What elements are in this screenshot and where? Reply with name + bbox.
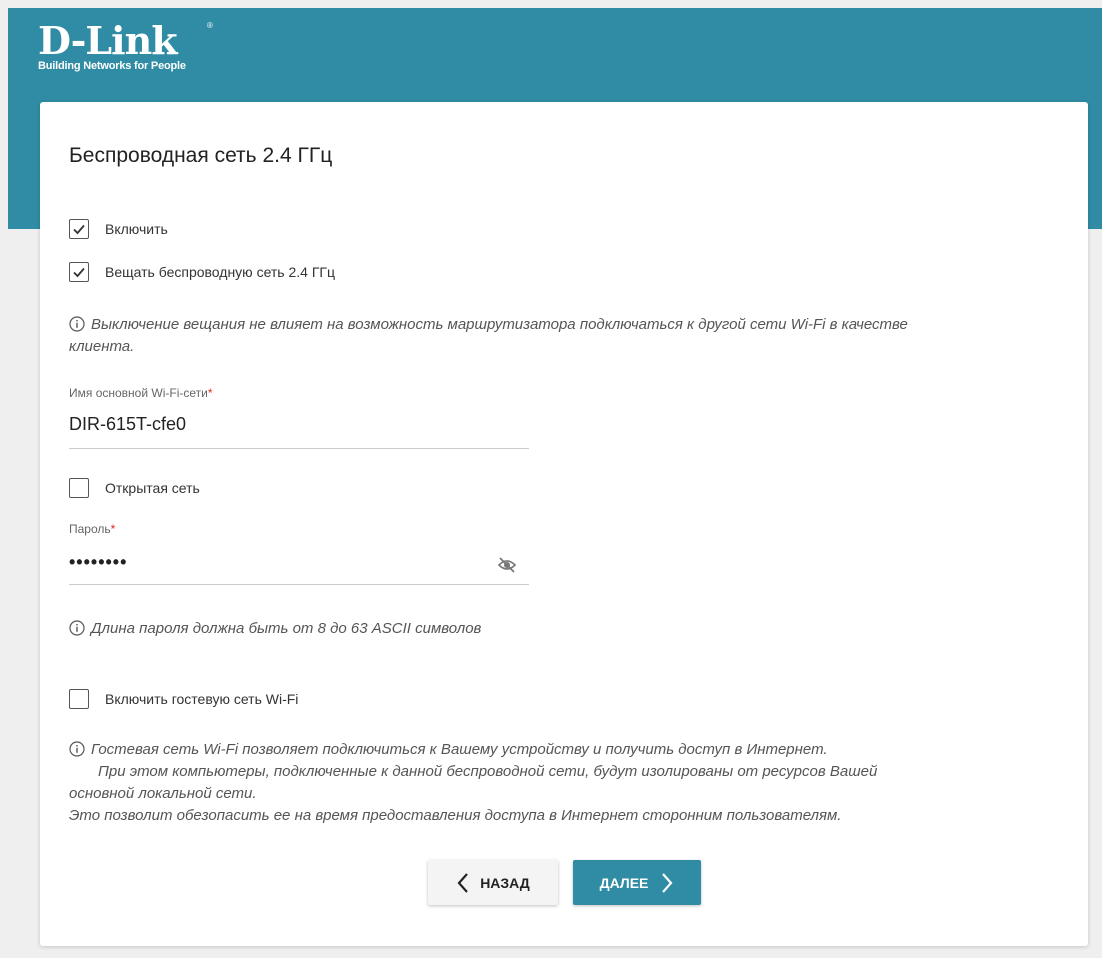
open-network-checkbox[interactable] — [69, 478, 89, 498]
password-info-note: Длина пароля должна быть от 8 до 63 ASCI… — [69, 618, 1049, 640]
required-mark: * — [110, 522, 116, 536]
logo-tagline: Building Networks for People — [38, 60, 186, 72]
broadcast-checkbox[interactable] — [69, 262, 89, 282]
broadcast-info-note: Выключение вещания не влияет на возможно… — [69, 314, 1049, 358]
chevron-left-icon — [457, 872, 469, 893]
password-input-underline — [69, 584, 529, 585]
ssid-input-underline — [69, 448, 529, 449]
guest-checkbox[interactable] — [69, 689, 89, 709]
checkmark-icon — [73, 224, 85, 235]
password-label-text: Пароль — [69, 522, 111, 536]
next-button[interactable]: ДАЛЕЕ — [573, 860, 701, 905]
guest-checkbox-row[interactable]: Включить гостевую сеть Wi-Fi — [69, 689, 298, 709]
info-circle-icon — [69, 741, 85, 757]
guest-info-text-3: основной локальной сети. — [69, 785, 257, 802]
registered-mark: ® — [207, 21, 213, 30]
chevron-right-icon — [662, 872, 673, 893]
checkmark-icon — [73, 267, 85, 278]
ssid-field-label: Имя основной Wi-Fi-сети* — [69, 386, 213, 400]
guest-checkbox-label: Включить гостевую сеть Wi-Fi — [105, 691, 299, 707]
eye-slash-icon[interactable] — [496, 554, 518, 576]
page-title: Беспроводная сеть 2.4 ГГц — [69, 144, 333, 167]
guest-info-text-4: Это позволит обезопасить ее на время пре… — [69, 807, 842, 824]
open-network-checkbox-row[interactable]: Открытая сеть — [69, 478, 200, 498]
info-circle-icon — [69, 620, 85, 636]
open-network-checkbox-label: Открытая сеть — [105, 480, 200, 496]
password-field-label: Пароль* — [69, 522, 115, 536]
password-info-text: Длина пароля должна быть от 8 до 63 ASCI… — [91, 620, 482, 637]
dlink-logo: D-Link — [38, 18, 178, 63]
guest-info-note: Гостевая сеть Wi-Fi позволяет подключить… — [69, 739, 1049, 827]
password-input[interactable]: •••••••• — [69, 552, 127, 573]
guest-info-text-2: При этом компьютеры, подключенные к данн… — [98, 763, 878, 780]
back-button[interactable]: НАЗАД — [428, 860, 558, 905]
guest-info-text-1: Гостевая сеть Wi-Fi позволяет подключить… — [91, 741, 828, 758]
info-circle-icon — [69, 316, 85, 332]
broadcast-checkbox-label: Вещать беспроводную сеть 2.4 ГГц — [105, 264, 336, 280]
enable-checkbox-row[interactable]: Включить — [69, 219, 168, 239]
ssid-label-text: Имя основной Wi-Fi-сети — [69, 386, 208, 400]
wizard-card: Беспроводная сеть 2.4 ГГц Включить Вещат… — [40, 102, 1088, 946]
broadcast-info-text-2: клиента. — [69, 338, 135, 355]
next-button-label: ДАЛЕЕ — [599, 874, 649, 891]
ssid-input[interactable]: DIR-615T-cfe0 — [69, 414, 186, 435]
required-mark: * — [207, 386, 213, 400]
enable-checkbox-label: Включить — [105, 221, 168, 237]
broadcast-checkbox-row[interactable]: Вещать беспроводную сеть 2.4 ГГц — [69, 262, 335, 282]
enable-checkbox[interactable] — [69, 219, 89, 239]
back-button-label: НАЗАД — [480, 874, 530, 891]
broadcast-info-text-1: Выключение вещания не влияет на возможно… — [91, 316, 908, 333]
